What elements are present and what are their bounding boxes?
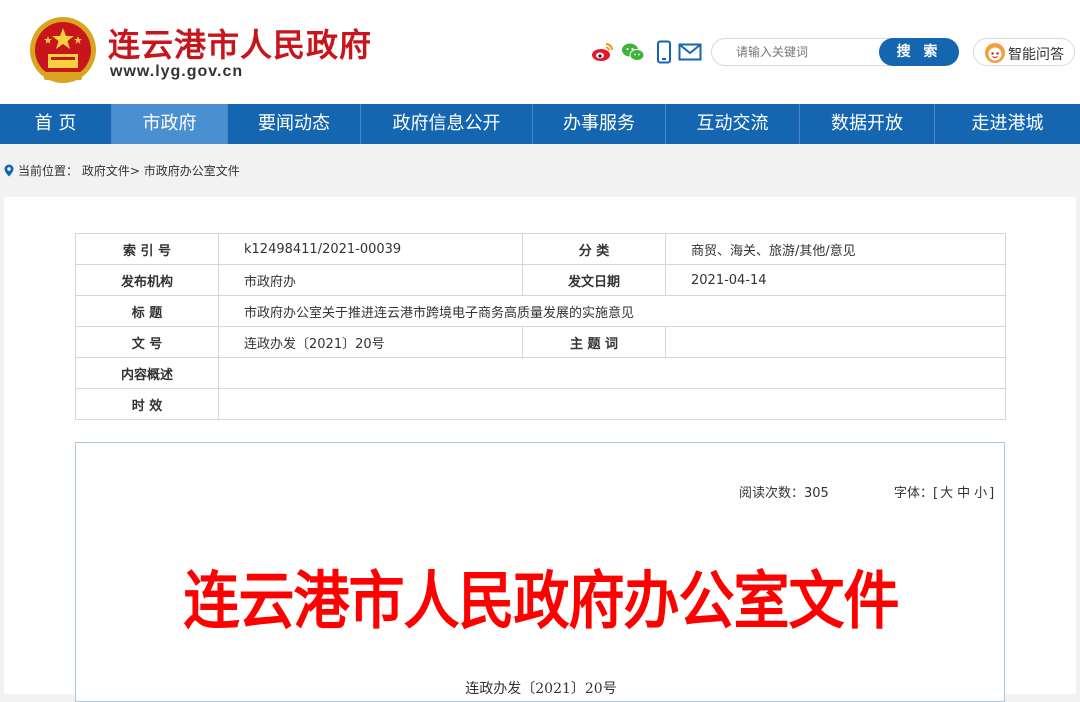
location-pin-icon	[4, 164, 14, 177]
table-row: 内容概述	[75, 357, 1006, 389]
index-value: k12498411/2021-00039	[218, 233, 523, 265]
summary-label: 内容概述	[75, 357, 219, 389]
title-value: 市政府办公室关于推进连云港市跨境电子商务高质量发展的实施意见	[218, 295, 1006, 327]
publisher-value: 市政府办	[218, 264, 523, 296]
breadcrumb-separator: >	[129, 164, 140, 178]
nav-item-about-city[interactable]: 走进港城	[935, 104, 1080, 144]
nav-item-home[interactable]: 首 页	[0, 104, 112, 144]
validity-value	[218, 388, 1006, 420]
smart-qa-label: 智能问答	[1008, 47, 1064, 63]
weibo-icon[interactable]	[591, 40, 615, 64]
nav-item-city-government[interactable]: 市政府	[112, 104, 228, 144]
read-count: 阅读次数：305	[739, 482, 829, 501]
nav-item-info-disclosure[interactable]: 政府信息公开	[361, 104, 533, 144]
search-button[interactable]: 搜 索	[879, 38, 959, 66]
doc-number-label: 文 号	[75, 326, 219, 358]
site-title[interactable]: 连云港市人民政府	[108, 20, 372, 66]
doc-number-value: 连政办发〔2021〕20号	[218, 326, 523, 358]
nav-item-news[interactable]: 要闻动态	[228, 104, 361, 144]
breadcrumb-office-documents[interactable]: 市政府办公室文件	[144, 164, 240, 178]
smart-qa-button[interactable]: 智能问答	[973, 38, 1075, 66]
nav-item-interaction[interactable]: 互动交流	[666, 104, 800, 144]
nav-item-services[interactable]: 办事服务	[533, 104, 666, 144]
site-header: 连云港市人民政府 www.lyg.gov.cn 搜 索 智	[0, 0, 1080, 104]
main-nav: 首 页 市政府 要闻动态 政府信息公开 办事服务 互动交流 数据开放 走进港城	[0, 104, 1080, 144]
document-body: 阅读次数：305 字体：[大中小] 连云港市人民政府办公室文件 连政办发〔202…	[75, 442, 1005, 702]
title-label: 标 题	[75, 295, 219, 327]
index-label: 索 引 号	[75, 233, 219, 265]
site-url[interactable]: www.lyg.gov.cn	[110, 63, 243, 81]
breadcrumb-prefix: 当前位置：	[18, 164, 79, 178]
wechat-icon[interactable]	[621, 40, 645, 64]
breadcrumb: 当前位置： 政府文件> 市政府办公室文件	[4, 162, 240, 179]
mail-icon[interactable]	[678, 40, 702, 64]
search-box: 搜 索	[711, 38, 959, 66]
validity-label: 时 效	[75, 388, 219, 420]
table-row: 文 号 连政办发〔2021〕20号 主 题 词	[75, 326, 1006, 358]
date-value: 2021-04-14	[665, 264, 1006, 296]
font-size-control: 字体：[大中小]	[894, 486, 995, 501]
table-row: 时 效	[75, 388, 1006, 420]
content-panel: 索 引 号 k12498411/2021-00039 分 类 商贸、海关、旅游/…	[4, 197, 1076, 702]
read-count-label: 阅读次数：	[739, 486, 805, 501]
document-red-header: 连云港市人民政府办公室文件	[183, 564, 900, 639]
category-value: 商贸、海关、旅游/其他/意见	[665, 233, 1006, 265]
nav-item-open-data[interactable]: 数据开放	[800, 104, 935, 144]
document-number: 连政办发〔2021〕20号	[465, 681, 617, 697]
table-row: 标 题 市政府办公室关于推进连云港市跨境电子商务高质量发展的实施意见	[75, 295, 1006, 327]
font-size-medium[interactable]: 中	[957, 486, 970, 501]
mobile-icon[interactable]	[652, 40, 676, 64]
font-size-small[interactable]: 小	[974, 486, 987, 501]
subject-label: 主 题 词	[522, 326, 666, 358]
document-meta-table: 索 引 号 k12498411/2021-00039 分 类 商贸、海关、旅游/…	[75, 233, 1006, 420]
publisher-label: 发布机构	[75, 264, 219, 296]
font-size-large[interactable]: 大	[940, 486, 953, 501]
search-input[interactable]	[712, 39, 880, 65]
font-size-label: 字体：	[894, 486, 934, 501]
robot-assistant-icon	[985, 43, 1005, 63]
table-row: 发布机构 市政府办 发文日期 2021-04-14	[75, 264, 1006, 296]
read-count-value: 305	[804, 486, 829, 501]
date-label: 发文日期	[522, 264, 666, 296]
subject-value	[665, 326, 1006, 358]
category-label: 分 类	[522, 233, 666, 265]
summary-value	[218, 357, 1006, 389]
national-emblem-icon[interactable]	[28, 14, 98, 90]
breadcrumb-gov-documents[interactable]: 政府文件	[82, 164, 130, 178]
table-row: 索 引 号 k12498411/2021-00039 分 类 商贸、海关、旅游/…	[75, 233, 1006, 265]
